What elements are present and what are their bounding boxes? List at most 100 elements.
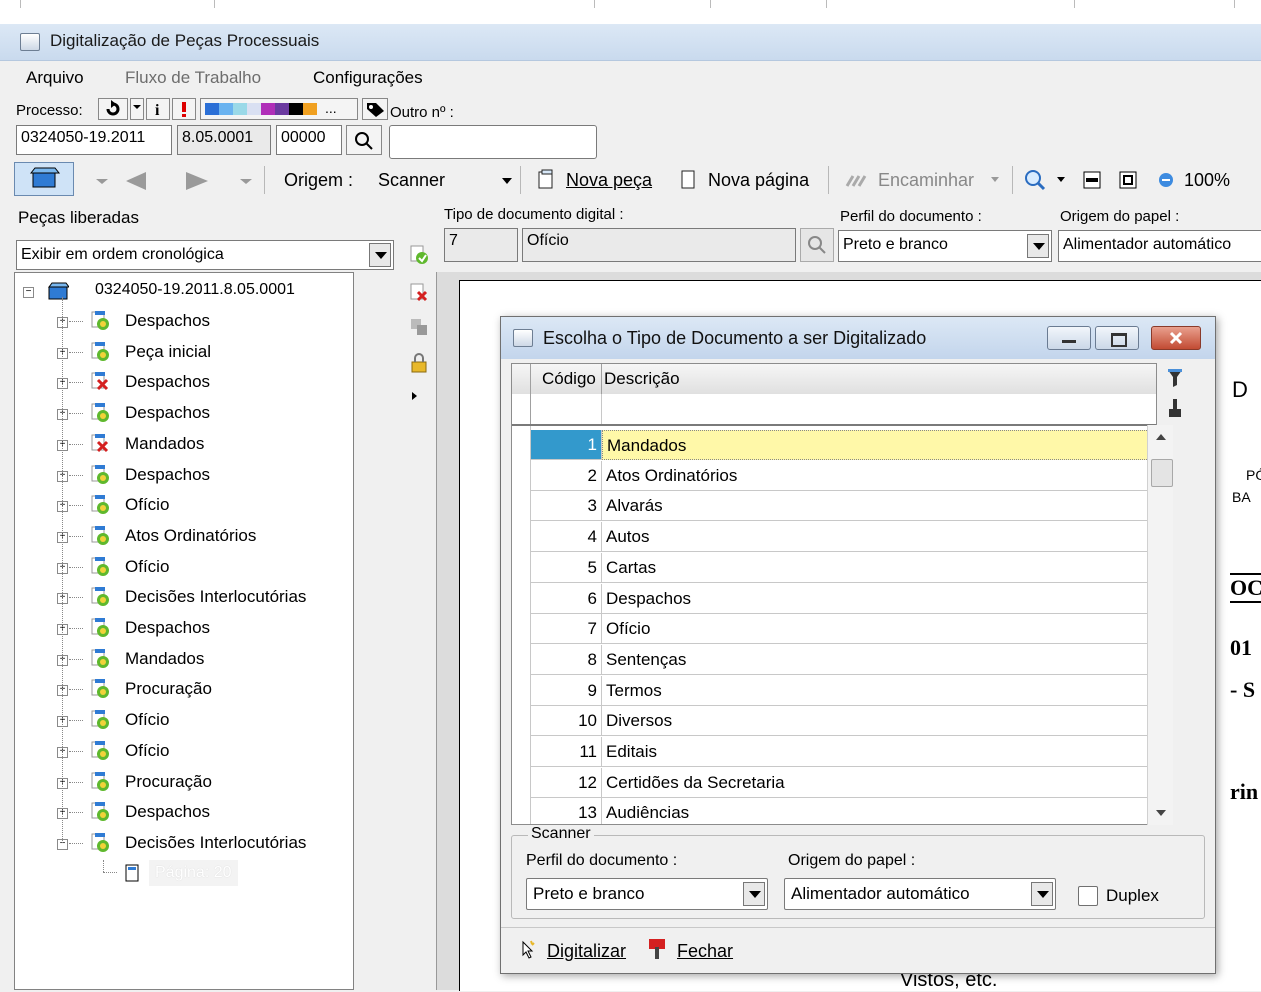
approved-doc-icon [91, 403, 109, 423]
table-row[interactable]: 6 Despachos [531, 583, 1157, 614]
grid-header: Código Descrição [512, 364, 1156, 395]
menu-fluxo-de-trabalho[interactable]: Fluxo de Trabalho [125, 68, 261, 88]
window-titlebar: Digitalização de Peças Processuais [0, 24, 1261, 61]
fechar-button[interactable]: Fechar [677, 941, 733, 962]
origem-select[interactable]: Scanner [378, 170, 445, 191]
chevron-down-icon[interactable] [130, 98, 144, 120]
row-code: 12 [531, 767, 602, 798]
stop-sign-icon [649, 939, 665, 959]
table-row[interactable]: 11 Editais [531, 737, 1157, 767]
processo-sufixo-field[interactable]: 00000 [276, 125, 342, 155]
order-select[interactable]: Exibir em ordem cronológica [16, 240, 394, 270]
filter-code-input[interactable] [531, 394, 602, 424]
table-row[interactable]: 2 Atos Ordinatórios [531, 460, 1157, 491]
col-code-header[interactable]: Código [542, 369, 596, 389]
tipo-codigo-field[interactable]: 7 [444, 228, 518, 262]
lock-icon[interactable] [408, 352, 430, 374]
scanner-view-button[interactable] [14, 162, 74, 196]
info-icon[interactable]: i [146, 98, 170, 120]
scroll-thumb[interactable] [1151, 459, 1173, 487]
approved-doc-icon [91, 832, 109, 852]
table-row[interactable]: 9 Termos [531, 675, 1157, 706]
scroll-up-icon[interactable] [1155, 433, 1167, 441]
table-row[interactable]: 8 Sentenças [531, 644, 1157, 675]
col-desc-header[interactable]: Descrição [604, 369, 680, 389]
row-code: 6 [531, 583, 602, 614]
alert-icon[interactable] [172, 98, 196, 120]
menu-arquivo[interactable]: Arquivo [26, 68, 84, 88]
chevron-down-icon[interactable] [1027, 234, 1049, 258]
scan-cursor-icon [522, 940, 535, 959]
nova-peca-button[interactable]: Nova peça [566, 170, 652, 191]
row-code: 7 [531, 614, 602, 645]
origem-dropdown-icon[interactable] [500, 174, 514, 188]
approved-doc-icon [91, 802, 109, 822]
processo-orgao-field[interactable]: 8.05.0001 [177, 125, 271, 155]
table-row[interactable]: 10 Diversos [531, 706, 1157, 737]
zoom-out-icon[interactable] [1158, 172, 1176, 190]
color-palette-icon[interactable]: ... [200, 98, 358, 120]
table-row[interactable]: 7 Ofício [531, 614, 1157, 645]
chevron-down-icon[interactable] [1031, 882, 1053, 906]
close-icon [1169, 331, 1183, 345]
table-row[interactable]: 12 Certidões da Secretaria [531, 767, 1157, 798]
filter-desc-input[interactable] [602, 394, 1156, 424]
dlg-perfil-select[interactable]: Preto e branco [526, 878, 768, 910]
zoom-icon[interactable] [1022, 168, 1052, 192]
table-row[interactable]: 4 Autos [531, 522, 1157, 553]
table-row[interactable]: 5 Cartas [531, 552, 1157, 583]
search-icon [808, 236, 826, 254]
fit-page-icon[interactable] [1118, 170, 1138, 190]
row-desc: Mandados [602, 430, 1157, 460]
tag-icon[interactable] [362, 98, 388, 120]
maximize-button[interactable] [1095, 326, 1139, 350]
previous-arrow-icon[interactable] [94, 170, 164, 192]
chevron-down-icon[interactable] [743, 882, 765, 906]
table-row[interactable]: 1 Mandados [531, 430, 1157, 460]
processo-label: Processo: [16, 102, 83, 119]
search-button[interactable] [346, 125, 382, 155]
menu-configuracoes[interactable]: Configurações [313, 68, 423, 88]
next-arrow-icon[interactable] [182, 170, 252, 192]
chevron-down-icon[interactable] [369, 243, 391, 267]
copy-icon[interactable] [408, 316, 430, 338]
approved-doc-icon [91, 648, 109, 668]
top-ruler [0, 0, 1261, 25]
dlg-origem-select[interactable]: Alimentador automático [784, 878, 1056, 910]
filter-icon[interactable] [1165, 367, 1185, 391]
grid-scrollbar[interactable] [1147, 425, 1173, 825]
scroll-down-icon[interactable] [1155, 809, 1167, 817]
rejected-doc-icon [91, 372, 109, 391]
encaminhar-dropdown-icon[interactable] [990, 176, 1000, 184]
duplex-checkbox[interactable] [1078, 886, 1098, 906]
document-type-dialog: Escolha o Tipo de Documento a ser Digita… [500, 316, 1216, 974]
zoom-dropdown-icon[interactable] [1056, 176, 1066, 184]
approved-doc-icon [91, 311, 109, 330]
perfil-documento-label: Perfil do documento : [840, 208, 982, 225]
tipo-search-button[interactable] [800, 228, 834, 262]
encaminhar-button[interactable]: Encaminhar [878, 170, 974, 191]
new-page-icon [681, 170, 695, 189]
clear-filter-icon[interactable] [1165, 397, 1185, 421]
more-arrow-icon[interactable] [410, 390, 420, 402]
row-code: 9 [531, 675, 602, 706]
outro-numero-input[interactable] [389, 125, 597, 159]
nova-pagina-button[interactable]: Nova página [708, 170, 809, 191]
minimize-button[interactable] [1047, 326, 1091, 350]
digitalizar-button[interactable]: Digitalizar [547, 941, 626, 962]
row-desc: Alvarás [602, 491, 1157, 522]
outro-numero-label: Outro nº : [390, 104, 454, 121]
reject-icon[interactable] [408, 282, 430, 304]
refresh-icon[interactable] [98, 98, 128, 120]
processo-numero-field[interactable]: 0324050-19.2011 [16, 125, 172, 155]
approve-icon[interactable] [408, 244, 430, 266]
close-button[interactable] [1151, 326, 1201, 350]
table-row[interactable]: 13 Audiências [531, 798, 1157, 824]
perfil-documento-select[interactable]: Preto e branco [838, 230, 1052, 262]
table-row[interactable]: 3 Alvarás [531, 491, 1157, 522]
svg-text:i: i [155, 102, 160, 119]
origem-papel-select[interactable]: Alimentador automático [1058, 230, 1261, 262]
duplex-label: Duplex [1106, 886, 1159, 905]
tipo-nome-field[interactable]: Ofício [522, 228, 796, 262]
fit-width-icon[interactable] [1082, 170, 1102, 190]
